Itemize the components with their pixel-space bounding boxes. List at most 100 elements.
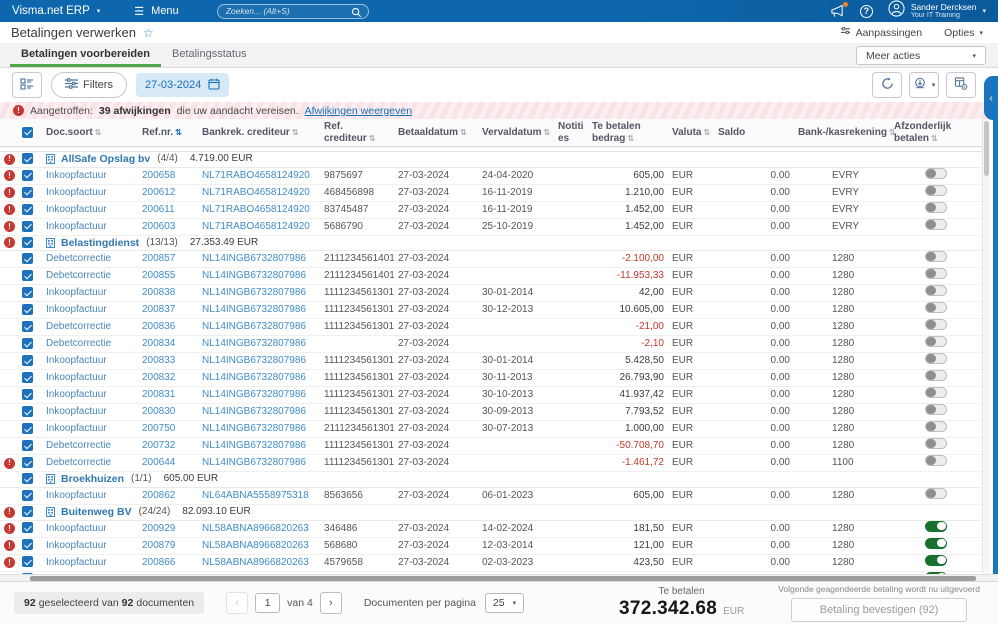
payment-date-filter[interactable]: 27-03-2024: [135, 73, 230, 97]
ref-nr-link[interactable]: 200611: [138, 201, 198, 219]
doc-soort-link[interactable]: Inkoopfactuur: [42, 369, 138, 388]
ref-nr-link[interactable]: 200644: [138, 454, 198, 473]
per-page-select[interactable]: 25 ▾: [484, 593, 525, 613]
column-header-notities[interactable]: Notities: [554, 119, 588, 147]
afzonderlijk-betalen-toggle[interactable]: [925, 537, 947, 549]
afzonderlijk-betalen-toggle[interactable]: [925, 167, 947, 179]
sort-icon[interactable]: ⇅: [369, 134, 376, 143]
export-payments-button[interactable]: ▾: [909, 72, 939, 98]
doc-soort-link[interactable]: Inkoopfactuur: [42, 420, 138, 439]
group-checkbox[interactable]: [22, 473, 33, 485]
doc-soort-link[interactable]: Inkoopfactuur: [42, 386, 138, 405]
vertical-scrollbar[interactable]: [982, 119, 990, 574]
afzonderlijk-betalen-toggle[interactable]: [925, 285, 947, 297]
bankrek-crediteur-link[interactable]: NL58ABNA8966820263: [198, 520, 320, 538]
row-checkbox[interactable]: [22, 489, 33, 501]
customize-button[interactable]: Aanpassingen: [840, 26, 922, 40]
doc-soort-link[interactable]: Debetcorrectie: [42, 335, 138, 354]
bankrek-crediteur-link[interactable]: NL58ABNA8966820263: [198, 537, 320, 555]
afzonderlijk-betalen-toggle[interactable]: [925, 421, 947, 433]
afzonderlijk-betalen-toggle[interactable]: [925, 455, 947, 467]
bankrek-crediteur-link[interactable]: NL71RABO4658124920: [198, 218, 320, 236]
doc-soort-link[interactable]: Inkoopfactuur: [42, 184, 138, 202]
afzonderlijk-betalen-toggle[interactable]: [925, 404, 947, 416]
doc-soort-link[interactable]: Inkoopfactuur: [42, 352, 138, 371]
afzonderlijk-betalen-toggle[interactable]: [925, 268, 947, 280]
column-header-betaaldatum[interactable]: Betaaldatum ⇅: [394, 119, 478, 147]
group-row[interactable]: Broekhuizen (1/1) 605.00 EUR: [0, 471, 982, 488]
ref-nr-link[interactable]: 200929: [138, 520, 198, 538]
ref-nr-link[interactable]: 200857: [138, 250, 198, 269]
user-menu[interactable]: Sander Dercksen Your IT Training ▾: [888, 0, 986, 22]
afzonderlijk-betalen-toggle[interactable]: [925, 370, 947, 382]
doc-soort-link[interactable]: Debetcorrectie: [42, 437, 138, 456]
bankrek-crediteur-link[interactable]: NL14INGB6732807986: [198, 403, 320, 422]
ref-nr-link[interactable]: 200750: [138, 420, 198, 439]
row-checkbox[interactable]: [22, 372, 33, 384]
sort-icon[interactable]: ⇅: [175, 128, 182, 137]
vertical-scrollbar-thumb[interactable]: [984, 121, 989, 176]
ref-nr-link[interactable]: 200838: [138, 284, 198, 303]
row-checkbox[interactable]: [22, 406, 33, 418]
afzonderlijk-betalen-toggle[interactable]: [925, 554, 947, 566]
sort-icon[interactable]: ⇅: [95, 128, 102, 137]
group-row[interactable]: ! AllSafe Opslag bv (4/4) 4.719.00 EUR: [0, 151, 982, 168]
ref-nr-link[interactable]: 200832: [138, 369, 198, 388]
group-name[interactable]: AllSafe Opslag bv: [61, 153, 150, 165]
brand-menu[interactable]: Visma.net ERP ▾: [0, 5, 112, 17]
row-checkbox[interactable]: [22, 440, 33, 452]
more-actions-dropdown[interactable]: Meer acties ▾: [856, 46, 986, 65]
sort-icon[interactable]: ⇅: [703, 128, 710, 137]
doc-soort-link[interactable]: Inkoopfactuur: [42, 554, 138, 572]
ref-nr-link[interactable]: 200866: [138, 554, 198, 572]
row-checkbox[interactable]: [22, 186, 33, 198]
layout-settings-button[interactable]: [12, 72, 42, 98]
doc-soort-link[interactable]: Inkoopfactuur: [42, 537, 138, 555]
doc-soort-link[interactable]: Inkoopfactuur: [42, 284, 138, 303]
announcements-icon[interactable]: [830, 2, 848, 18]
bankrek-crediteur-link[interactable]: NL14INGB6732807986: [198, 454, 320, 473]
afzonderlijk-betalen-toggle[interactable]: [925, 251, 947, 263]
horizontal-scrollbar[interactable]: [0, 574, 998, 581]
bankrek-crediteur-link[interactable]: NL14INGB6732807986: [198, 437, 320, 456]
row-checkbox[interactable]: [22, 253, 33, 265]
afzonderlijk-betalen-toggle[interactable]: [925, 302, 947, 314]
bankrek-crediteur-link[interactable]: NL14INGB6732807986: [198, 386, 320, 405]
afzonderlijk-betalen-toggle[interactable]: [925, 319, 947, 331]
row-checkbox[interactable]: [22, 220, 33, 232]
bankrek-crediteur-link[interactable]: NL71RABO4658124920: [198, 167, 320, 185]
sort-icon[interactable]: ⇅: [627, 134, 634, 143]
prev-page-button[interactable]: ‹: [226, 592, 249, 614]
ref-nr-link[interactable]: 200612: [138, 184, 198, 202]
favorite-star-icon[interactable]: ☆: [143, 26, 154, 40]
tab-betalingsstatus[interactable]: Betalingsstatus: [161, 43, 258, 67]
column-header-bankrek-crediteur[interactable]: Bankrek. crediteur ⇅: [198, 119, 320, 147]
next-page-button[interactable]: ›: [319, 592, 342, 614]
ref-nr-link[interactable]: 200837: [138, 301, 198, 320]
sort-icon[interactable]: ⇅: [931, 134, 938, 143]
ref-nr-link[interactable]: 200830: [138, 403, 198, 422]
ref-nr-link[interactable]: 200879: [138, 537, 198, 555]
column-header-saldo[interactable]: Saldo: [714, 119, 794, 147]
doc-soort-link[interactable]: Debetcorrectie: [42, 250, 138, 269]
group-row[interactable]: ! Belastingdienst (13/13) 27.353.49 EUR: [0, 234, 982, 252]
help-icon[interactable]: ?: [859, 4, 873, 18]
ref-nr-link[interactable]: 200834: [138, 335, 198, 354]
row-checkbox[interactable]: [22, 457, 33, 469]
doc-soort-link[interactable]: Inkoopfactuur: [42, 403, 138, 422]
afzonderlijk-betalen-toggle[interactable]: [925, 353, 947, 365]
bankrek-crediteur-link[interactable]: NL14INGB6732807986: [198, 301, 320, 320]
afzonderlijk-betalen-toggle[interactable]: [925, 218, 947, 230]
column-header-afzonderlijk-betalen[interactable]: Afzonderlijk betalen ⇅: [890, 119, 982, 147]
doc-soort-link[interactable]: Debetcorrectie: [42, 318, 138, 337]
global-search[interactable]: [216, 3, 369, 19]
search-input[interactable]: [225, 6, 348, 16]
row-checkbox[interactable]: [22, 287, 33, 299]
afzonderlijk-betalen-toggle[interactable]: [925, 336, 947, 348]
ref-nr-link[interactable]: 200732: [138, 437, 198, 456]
confirm-payment-button[interactable]: Betaling bevestigen (92): [790, 598, 968, 622]
row-checkbox[interactable]: [22, 304, 33, 316]
options-button[interactable]: Opties ▾: [944, 27, 983, 39]
sort-icon[interactable]: ⇅: [460, 128, 467, 137]
ref-nr-link[interactable]: 200862: [138, 487, 198, 505]
